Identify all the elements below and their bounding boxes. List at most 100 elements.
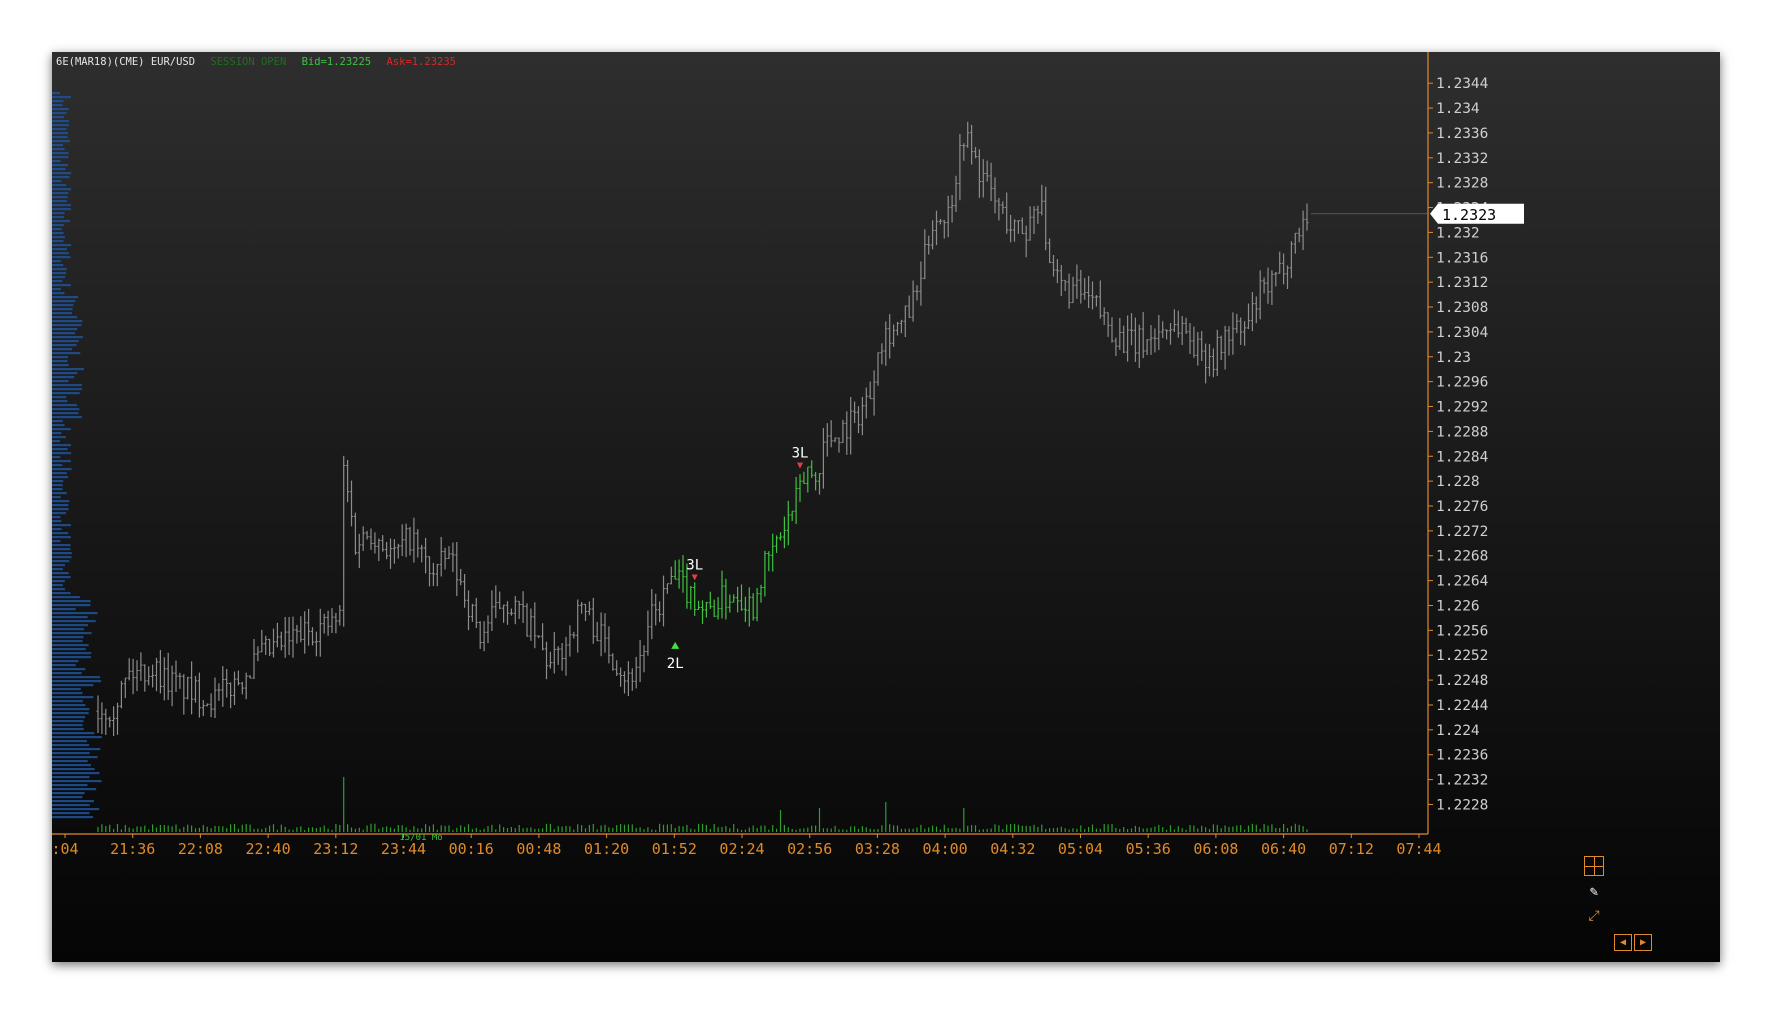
volume-profile-bar	[52, 684, 94, 687]
volume-profile-bar	[52, 108, 69, 111]
volume-profile-bar	[52, 720, 84, 723]
volume-profile-bar	[52, 632, 92, 635]
volume-profile-bar	[52, 476, 69, 479]
volume-profile-bar	[52, 412, 79, 415]
price-chart[interactable]: 2L3L3L1.23441.2341.23361.23321.23281.232…	[52, 52, 1720, 962]
time-tick-label: 02:24	[719, 840, 764, 858]
volume-profile-bar	[52, 648, 86, 651]
price-tick-label: 1.2256	[1436, 623, 1488, 639]
volume-profile-bar	[52, 604, 91, 607]
volume-profile-bar	[52, 144, 63, 147]
volume-profile-bar	[52, 368, 84, 371]
volume-profile-bar	[52, 784, 88, 787]
volume-profile-bar	[52, 440, 60, 443]
price-tick-label: 1.232	[1436, 225, 1480, 241]
volume-profile-bar	[52, 688, 81, 691]
session-status: SESSION OPEN	[210, 56, 287, 68]
volume-profile-bar	[52, 236, 66, 239]
volume-profile-bar	[52, 256, 71, 259]
expand-icon[interactable]: ⤢	[1584, 906, 1604, 926]
volume-profile-bar	[52, 712, 89, 715]
volume-profile-bar	[52, 672, 82, 675]
price-tick-label: 1.2296	[1436, 375, 1488, 391]
volume-profile-bar	[52, 240, 64, 243]
chart-header: 6E(MAR18)(CME) EUR/USD SESSION OPEN Bid=…	[56, 56, 465, 68]
volume-profile-bar	[52, 228, 62, 231]
volume-profile-bar	[52, 164, 69, 167]
volume-profile-bar	[52, 160, 61, 163]
volume-profile-bar	[52, 536, 71, 539]
scroll-left-button[interactable]: ◀	[1614, 934, 1632, 951]
volume-profile-bar	[52, 568, 63, 571]
volume-profile-bar	[52, 768, 95, 771]
time-tick-label: 01:52	[652, 840, 697, 858]
volume-profile-bar	[52, 356, 68, 359]
volume-profile-bar	[52, 224, 64, 227]
volume-profile-bar	[52, 484, 63, 487]
volume-profile-bar	[52, 176, 70, 179]
volume-profile-bar	[52, 496, 61, 499]
time-tick-label: 06:40	[1261, 840, 1306, 858]
volume-profile-bar	[52, 792, 85, 795]
volume-profile-bar	[52, 196, 68, 199]
volume-profile-bar	[52, 264, 64, 267]
volume-profile-bar	[52, 468, 72, 471]
time-tick-label: 07:12	[1329, 840, 1374, 858]
volume-profile-bar	[52, 620, 96, 623]
volume-profile-bar	[52, 504, 69, 507]
volume-profile-bar	[52, 628, 84, 631]
volume-profile-bar	[52, 128, 67, 131]
volume-profile-bar	[52, 120, 69, 123]
volume-profile-bar	[52, 808, 100, 811]
volume-profile-bar	[52, 336, 83, 339]
time-tick-label: 23:12	[313, 840, 358, 858]
volume-profile-bar	[52, 260, 61, 263]
bid-price: Bid=1.23225	[301, 56, 372, 68]
volume-profile-bar	[52, 416, 82, 419]
price-tick-label: 1.2264	[1436, 574, 1489, 590]
volume-profile-bar	[52, 312, 72, 315]
price-tick-label: 1.2332	[1436, 151, 1488, 167]
time-tick-label: 21:36	[110, 840, 155, 858]
price-tick-label: 1.234	[1436, 101, 1480, 117]
volume-profile-bar	[52, 668, 86, 671]
signal-label: 3L	[792, 446, 809, 462]
pencil-icon[interactable]: ✎	[1584, 882, 1604, 902]
price-tick-label: 1.2252	[1436, 648, 1488, 664]
volume-profile-bar	[52, 676, 101, 679]
volume-profile-bar	[52, 308, 73, 311]
price-tick-label: 1.224	[1436, 723, 1480, 739]
volume-profile-bar	[52, 188, 72, 191]
time-tick-label: 22:08	[178, 840, 223, 858]
volume-profile-bar	[52, 284, 71, 287]
volume-profile-bar	[52, 708, 90, 711]
volume-profile-bar	[52, 592, 71, 595]
volume-profile-bar	[52, 540, 61, 543]
grid-icon[interactable]	[1584, 856, 1604, 876]
volume-profile-bar	[52, 184, 67, 187]
volume-profile-bar	[52, 432, 62, 435]
volume-profile-bar	[52, 248, 67, 251]
volume-profile-bar	[52, 528, 62, 531]
volume-profile-bar	[52, 616, 88, 619]
volume-profile-bar	[52, 152, 69, 155]
signal-label: 3L	[686, 558, 703, 574]
volume-profile-bar	[52, 516, 61, 519]
price-tick-label: 1.2292	[1436, 400, 1488, 416]
volume-profile-bar	[52, 92, 60, 95]
volume-profile-bar	[52, 344, 77, 347]
volume-profile-bar	[52, 776, 90, 779]
volume-profile-bar	[52, 252, 69, 255]
volume-profile-bar	[52, 780, 102, 783]
volume-profile-bar	[52, 156, 69, 159]
scroll-right-button[interactable]: ▶	[1634, 934, 1652, 951]
volume-profile-bar	[52, 480, 64, 483]
price-tick-label: 1.2248	[1436, 673, 1488, 689]
volume-profile-bar	[52, 420, 63, 423]
volume-profile-bar	[52, 512, 66, 515]
volume-profile-bar	[52, 532, 69, 535]
volume-profile-bar	[52, 340, 79, 343]
chart-window: 2L 3L 3L 1.2344 1.234 1.2336 1.2332 1.2328 1.232…	[52, 52, 1720, 962]
buy-signal-arrow	[671, 641, 680, 649]
volume-profile-bar	[52, 444, 71, 447]
